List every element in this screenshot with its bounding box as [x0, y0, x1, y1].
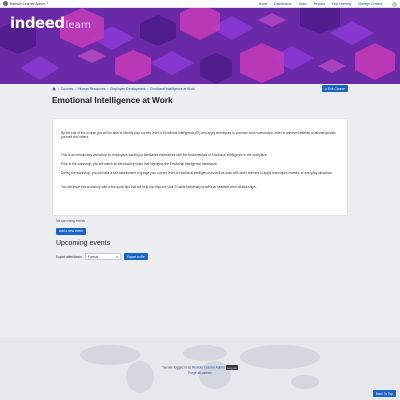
back-to-top-button[interactable]: Back To Top [372, 390, 396, 397]
nav-home[interactable]: Home [259, 2, 268, 6]
description-paragraph: Prior to the workshop, you will watch an… [61, 162, 218, 166]
breadcrumb-separator: / [75, 87, 77, 91]
breadcrumb-separator: / [58, 87, 59, 91]
nav-tasks[interactable]: Tasks [299, 2, 307, 6]
exit-course-button[interactable]: ◂ Exit Course [321, 85, 348, 92]
export-format-select[interactable]: Format ▾ [84, 253, 121, 260]
nav-find-learning[interactable]: Find Learning [332, 2, 352, 6]
footer: You are logged in as Remote Learner Admi… [0, 337, 400, 400]
nav-manage-content[interactable]: Manage Content [358, 2, 382, 6]
add-event-button[interactable]: Add a new event [56, 228, 86, 235]
breadcrumb: / Courses / Human Resources / Employee D… [52, 87, 195, 91]
logout-button[interactable]: Log out [225, 365, 238, 370]
user-name: Remote Learner Admin [10, 1, 45, 6]
no-upcoming-events-text: No upcoming events [56, 219, 86, 223]
nav-reports[interactable]: Reports [314, 2, 325, 6]
export-format-value: Format [87, 254, 98, 259]
logged-in-user-link[interactable]: Remote Learner Admin [192, 366, 225, 370]
chevron-down-icon: ▾ [116, 254, 118, 259]
logged-in-prefix: You are logged in as [162, 365, 192, 370]
main-nav: Home Dashboards Tasks Reports Find Learn… [259, 0, 382, 8]
user-menu[interactable]: Remote Learner Admin ▾ [3, 1, 48, 6]
breadcrumb-employee-development[interactable]: Employee Development [110, 87, 145, 91]
export-attendance-row: Export attendance Format ▾ Export to fil… [56, 253, 148, 260]
nav-icons [392, 1, 397, 7]
notifications-icon[interactable] [392, 1, 397, 7]
nav-dashboards[interactable]: Dashboards [274, 2, 291, 6]
purge-caches-link[interactable]: Purge all caches [0, 371, 400, 375]
breadcrumb-current-course[interactable]: Emotional Intelligence at Work [150, 87, 194, 91]
page-title: Emotional Intelligence at Work [52, 95, 173, 105]
home-icon[interactable] [52, 87, 56, 91]
breadcrumb-separator: / [107, 87, 109, 91]
logo-wordmark: indeed [10, 14, 65, 32]
export-attendance-label: Export attendance [56, 254, 82, 259]
breadcrumb-human-resources[interactable]: Human Resources [78, 87, 105, 91]
export-to-file-button[interactable]: Export to file [123, 253, 148, 260]
breadcrumb-courses[interactable]: Courses [61, 87, 73, 91]
logged-in-info: You are logged in as Remote Learner Admi… [0, 365, 400, 370]
exit-course-label: Exit Course [327, 86, 345, 91]
page-header: / Courses / Human Resources / Employee D… [52, 84, 348, 108]
chevron-down-icon: ▾ [46, 2, 49, 5]
top-navbar: Remote Learner Admin ▾ Home Dashboards T… [0, 0, 400, 8]
upcoming-events-heading: Upcoming events [56, 240, 111, 247]
logo-subword: learn [65, 20, 91, 31]
exit-arrow-icon: ◂ [324, 86, 327, 91]
avatar [3, 1, 8, 6]
description-paragraph: You will leave this workshop with a few … [61, 185, 257, 189]
breadcrumb-separator: / [147, 87, 149, 91]
description-paragraph: This is an introductory workshop for emp… [61, 153, 268, 157]
course-banner: indeed learn [0, 8, 400, 84]
description-paragraph: During the workshop, you will take a sel… [61, 171, 333, 175]
course-description-card: By the end of this course you will be ab… [52, 118, 348, 216]
description-paragraph: By the end of this course you will be ab… [61, 131, 336, 140]
indeed-learn-logo[interactable]: indeed learn [10, 14, 91, 32]
